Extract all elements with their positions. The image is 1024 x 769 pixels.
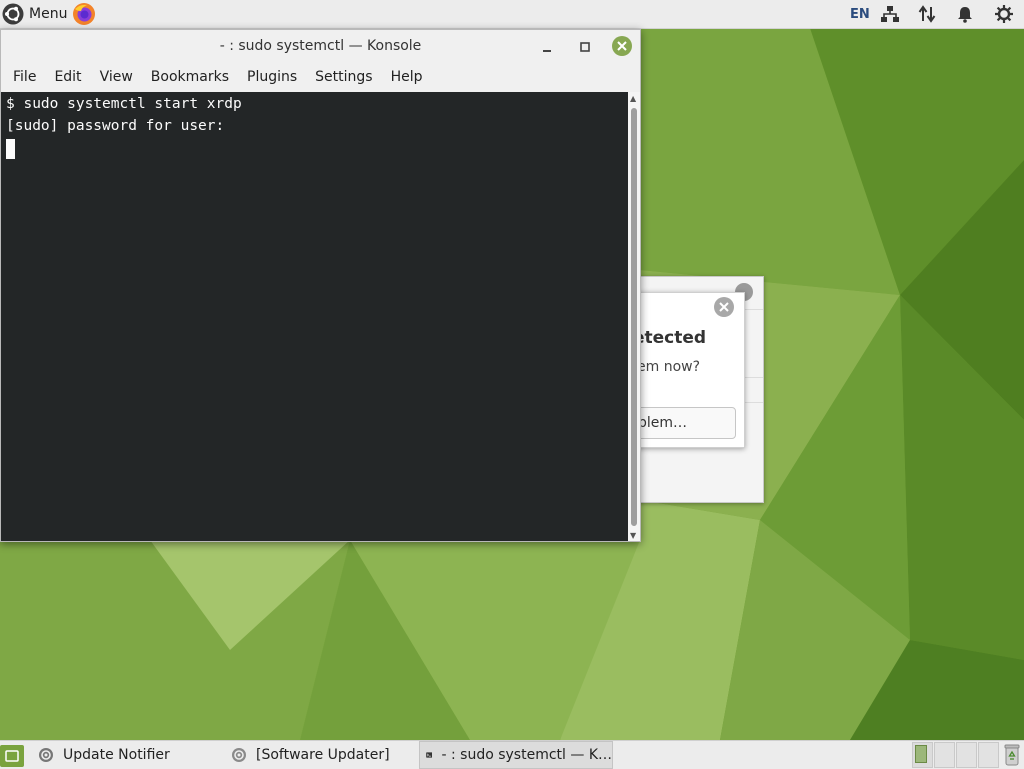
workspace-1[interactable]	[912, 742, 933, 768]
taskbar-item-update-notifier[interactable]: Update Notifier	[38, 741, 170, 769]
firefox-launcher[interactable]	[72, 0, 96, 28]
menu-bookmarks[interactable]: Bookmarks	[145, 69, 235, 85]
keyboard-language-indicator[interactable]: EN	[850, 0, 870, 28]
menu-bar: File Edit View Bookmarks Plugins Setting…	[1, 63, 640, 91]
dialog-question: em now?	[637, 359, 701, 375]
menu-help[interactable]: Help	[385, 69, 429, 85]
menu-edit[interactable]: Edit	[48, 69, 87, 85]
task-label: Update Notifier	[63, 747, 170, 763]
workspace-3[interactable]	[956, 742, 977, 768]
workspace-2[interactable]	[934, 742, 955, 768]
updater-icon	[232, 748, 246, 762]
menu-settings[interactable]: Settings	[309, 69, 378, 85]
workspace-window-thumbnail	[915, 745, 927, 763]
terminal-line: [sudo] password for user:	[6, 118, 225, 134]
ubuntu-logo-icon	[2, 3, 24, 25]
close-button[interactable]	[612, 36, 632, 56]
window-titlebar[interactable]: - : sudo systemctl — Konsole	[1, 30, 640, 62]
dialog-close-button[interactable]	[714, 297, 734, 317]
network-icon	[881, 6, 899, 22]
bell-icon	[958, 7, 972, 23]
taskbar-item-software-updater[interactable]: [Software Updater]	[231, 741, 390, 769]
desktop-icon	[5, 750, 19, 762]
trash-icon[interactable]	[1004, 744, 1020, 766]
terminal-view[interactable]: $ sudo systemctl start xrdp [sudo] passw…	[1, 92, 628, 541]
menu-plugins[interactable]: Plugins	[241, 69, 303, 85]
power-icon	[995, 5, 1013, 23]
scroll-up-icon[interactable]: ▲	[630, 94, 636, 103]
menu-label: Menu	[29, 6, 68, 22]
bottom-panel: Update Notifier [Software Updater] - : s…	[0, 740, 1024, 769]
close-icon	[617, 41, 627, 51]
minimize-icon	[543, 50, 551, 52]
maximize-button[interactable]	[575, 37, 595, 57]
firefox-icon	[73, 3, 95, 25]
terminal-cursor	[6, 139, 15, 159]
network-indicator[interactable]	[880, 0, 900, 28]
show-desktop-button[interactable]	[0, 745, 24, 767]
dialog-title: etected	[633, 328, 707, 348]
updater-icon	[39, 748, 53, 762]
menu-button[interactable]: Menu	[2, 0, 67, 28]
menu-file[interactable]: File	[7, 69, 42, 85]
task-label: [Software Updater]	[256, 747, 390, 763]
scroll-down-icon[interactable]: ▼	[630, 531, 636, 540]
minimize-button[interactable]	[537, 37, 557, 57]
updown-arrows-icon	[918, 5, 936, 23]
taskbar-item-konsole[interactable]: - : sudo systemctl — K…	[419, 741, 613, 769]
window-title: - : sudo systemctl — Konsole	[219, 38, 422, 54]
menu-view[interactable]: View	[94, 69, 139, 85]
konsole-window: - : sudo systemctl — Konsole File Edit V…	[0, 29, 641, 542]
maximize-icon	[580, 42, 590, 52]
notifications-indicator[interactable]	[956, 0, 974, 28]
workspace-4[interactable]	[978, 742, 999, 768]
workspace-switcher[interactable]	[912, 742, 1000, 768]
system-menu-indicator[interactable]	[994, 0, 1014, 28]
scrollbar-thumb[interactable]	[631, 108, 637, 526]
terminal-line: $ sudo systemctl start xrdp	[6, 96, 242, 112]
transfer-indicator[interactable]	[918, 0, 936, 28]
terminal-icon	[426, 752, 433, 758]
task-label: - : sudo systemctl — K…	[441, 747, 612, 763]
close-icon	[719, 302, 729, 312]
terminal-scrollbar[interactable]: ▲ ▼	[628, 92, 640, 541]
top-panel: Menu EN	[0, 0, 1024, 29]
